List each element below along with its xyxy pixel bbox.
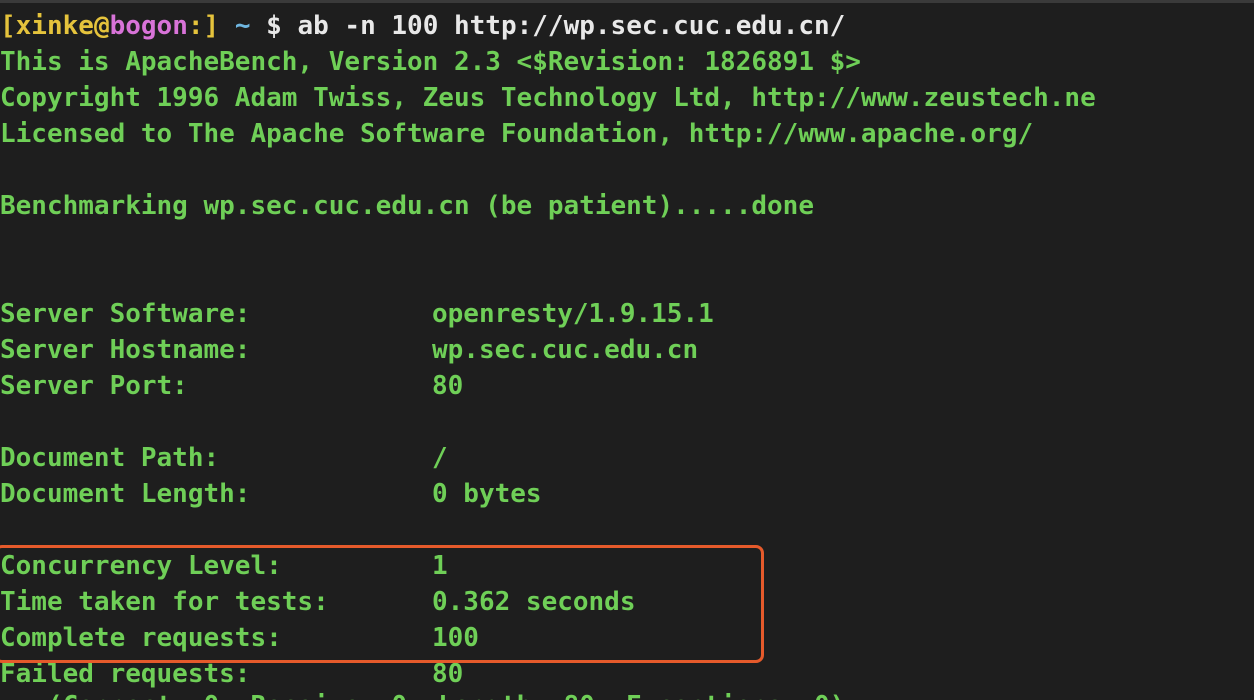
prompt-user: xinke <box>15 11 94 41</box>
server-port-value: 80 <box>432 371 464 401</box>
header-line-license: Licensed to The Apache Software Foundati… <box>0 119 1034 149</box>
document-length-label: Document Length: <box>0 479 251 509</box>
window-top-edge <box>0 0 1254 3</box>
server-hostname-value: wp.sec.cuc.edu.cn <box>432 335 699 365</box>
server-hostname-row: Server Hostname: wp.sec.cuc.edu.cn <box>0 332 698 368</box>
document-length-row: Document Length: 0 bytes <box>0 476 542 512</box>
server-port-label: Server Port: <box>0 371 188 401</box>
document-path-value: / <box>432 443 448 473</box>
header-line-copyright: Copyright 1996 Adam Twiss, Zeus Technolo… <box>0 83 1096 113</box>
server-software-label: Server Software: <box>0 299 251 329</box>
prompt-dollar: $ <box>266 11 282 41</box>
server-software-value: openresty/1.9.15.1 <box>432 299 714 329</box>
prompt-path: :] <box>187 11 220 41</box>
server-port-row: Server Port: 80 <box>0 368 463 404</box>
command-text: ab -n 100 http://wp.sec.cuc.edu.cn/ <box>297 11 846 41</box>
prompt-line: [xinke@bogon:] ~ $ ab -n 100 http://wp.s… <box>0 8 845 44</box>
header-line-version: This is ApacheBench, Version 2.3 <$Revis… <box>0 47 861 77</box>
document-path-label: Document Path: <box>0 443 220 473</box>
failed-requests-value: 80 <box>432 659 464 689</box>
prompt-open-bracket: [ <box>0 11 16 41</box>
prompt-at: @ <box>93 11 110 41</box>
benchmarking-line: Benchmarking wp.sec.cuc.edu.cn (be patie… <box>0 191 814 221</box>
prompt-host: bogon <box>109 11 188 41</box>
document-path-row: Document Path: / <box>0 440 448 476</box>
prompt-tilde: ~ <box>234 11 251 41</box>
highlight-annotation-box <box>0 545 764 663</box>
failed-breakdown-row: (Connect: 0, Receive: 0, Length: 80, Exc… <box>0 688 845 700</box>
document-length-value: 0 bytes <box>432 479 542 509</box>
server-software-row: Server Software: openresty/1.9.15.1 <box>0 296 714 332</box>
terminal-window[interactable]: [xinke@bogon:] ~ $ ab -n 100 http://wp.s… <box>0 0 1254 700</box>
server-hostname-label: Server Hostname: <box>0 335 251 365</box>
